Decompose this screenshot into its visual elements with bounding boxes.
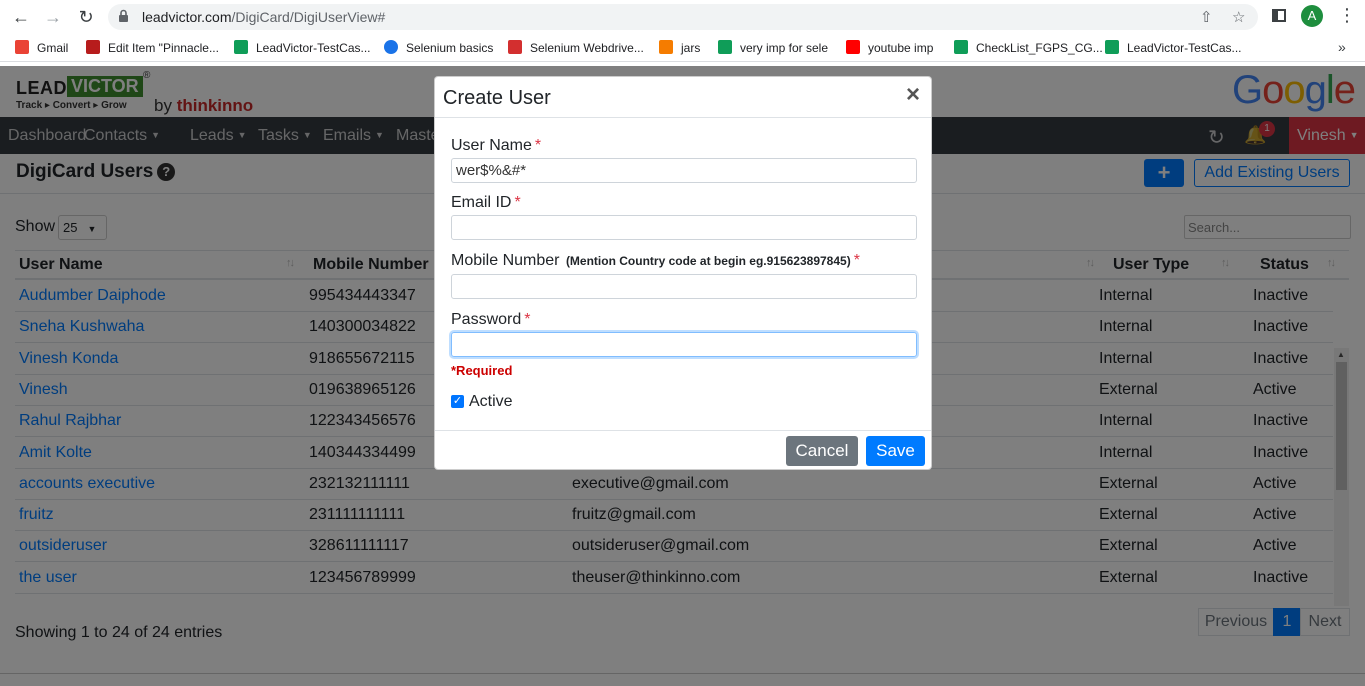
cancel-button[interactable]: Cancel — [786, 436, 858, 466]
bookmark-item[interactable]: youtube imp — [846, 40, 933, 55]
url-domain: leadvictor.com — [142, 9, 232, 25]
bookmark-label: very imp for sele — [740, 41, 829, 55]
forward-icon[interactable]: → — [42, 6, 64, 28]
required-star: * — [514, 194, 521, 211]
bookmark-label: LeadVictor-TestCas... — [1127, 41, 1242, 55]
close-icon[interactable]: × — [906, 83, 920, 107]
bookmark-label: Selenium basics — [406, 41, 494, 55]
modal-header: Create User × — [435, 77, 931, 118]
email-field[interactable] — [451, 215, 917, 240]
username-label: User Name * — [451, 137, 541, 155]
bookmark-label: LeadVictor-TestCas... — [256, 41, 371, 55]
modal-title: Create User — [443, 87, 551, 109]
label-text: Mobile Number — [451, 252, 560, 269]
address-bar[interactable]: leadvictor.com/DigiCard/DigiUserView# ⇧ … — [108, 4, 1258, 30]
username-value: wer$%&#* — [456, 162, 527, 179]
bookmark-favicon-icon — [384, 40, 398, 54]
password-label: Password * — [451, 311, 530, 329]
bookmark-item[interactable]: jars — [659, 40, 700, 55]
active-checkbox[interactable]: ✓ — [451, 395, 464, 408]
bookmark-label: youtube imp — [868, 41, 934, 55]
label-text: Password — [451, 311, 522, 328]
bookmark-gmail[interactable]: Gmail — [15, 40, 68, 55]
bookmark-label: Selenium Webdrive... — [530, 41, 644, 55]
bookmark-favicon-icon — [86, 40, 100, 54]
bookmark-item[interactable]: Edit Item "Pinnacle... — [86, 40, 219, 55]
bookmark-favicon-icon — [508, 40, 522, 54]
url-text: leadvictor.com/DigiCard/DigiUserView# — [142, 9, 385, 25]
bookmark-item[interactable]: Selenium Webdrive... — [508, 40, 644, 55]
bookmark-label: CheckList_FGPS_CG... — [976, 41, 1103, 55]
bookmark-label: jars — [681, 41, 701, 55]
bookmark-item[interactable]: CheckList_FGPS_CG... — [954, 40, 1103, 55]
mobile-label: Mobile Number (Mention Country code at b… — [451, 252, 860, 270]
lock-icon — [119, 9, 128, 22]
back-icon[interactable]: ← — [10, 6, 32, 28]
youtube-icon — [846, 40, 860, 54]
bookmark-label: Gmail — [37, 41, 69, 55]
required-star: * — [534, 137, 542, 154]
required-error: *Required — [451, 363, 513, 378]
bookmark-item[interactable]: LeadVictor-TestCas... — [234, 40, 371, 55]
sheets-icon — [234, 40, 248, 54]
password-field[interactable] — [451, 332, 917, 357]
bookmark-item[interactable]: Selenium basics — [384, 40, 493, 55]
active-label[interactable]: Active — [469, 393, 513, 411]
label-text: Email ID — [451, 194, 512, 211]
url-path: /DigiCard/DigiUserView# — [231, 9, 386, 25]
sheets-icon — [1105, 40, 1119, 54]
mobile-hint: (Mention Country code at begin eg.915623… — [565, 254, 851, 268]
more-bookmarks-icon[interactable]: » — [1338, 39, 1346, 55]
side-panel-icon[interactable] — [1272, 9, 1286, 22]
label-text: User Name — [451, 137, 532, 154]
required-star: * — [853, 252, 860, 269]
profile-avatar[interactable]: A — [1301, 5, 1323, 27]
menu-dots-icon[interactable]: ⋮ — [1338, 5, 1356, 26]
save-button[interactable]: Save — [866, 436, 925, 466]
sheets-icon — [954, 40, 968, 54]
required-star: * — [524, 311, 531, 328]
mobile-field[interactable] — [451, 274, 917, 299]
bookmark-item[interactable]: LeadVictor-TestCas... — [1105, 40, 1242, 55]
share-icon[interactable]: ⇧ — [1200, 8, 1213, 26]
star-icon[interactable]: ☆ — [1232, 8, 1245, 26]
gmail-icon — [15, 40, 29, 54]
reload-icon[interactable]: ↻ — [75, 6, 97, 28]
username-field[interactable]: wer$%&#* — [451, 158, 917, 183]
bookmark-favicon-icon — [718, 40, 732, 54]
bookmark-label: Edit Item "Pinnacle... — [108, 41, 219, 55]
email-label: Email ID * — [451, 194, 521, 212]
bookmark-item[interactable]: very imp for sele — [718, 40, 828, 55]
modal-footer-divider — [435, 430, 931, 431]
create-user-modal: Create User × User Name * wer$%&#* Email … — [434, 76, 932, 470]
bookmarks-bar: Gmail Edit Item "Pinnacle... LeadVictor-… — [0, 34, 1365, 62]
browser-toolbar: ← → ↻ leadvictor.com/DigiCard/DigiUserVi… — [0, 0, 1365, 34]
divider — [0, 673, 1365, 674]
blogger-icon — [659, 40, 673, 54]
